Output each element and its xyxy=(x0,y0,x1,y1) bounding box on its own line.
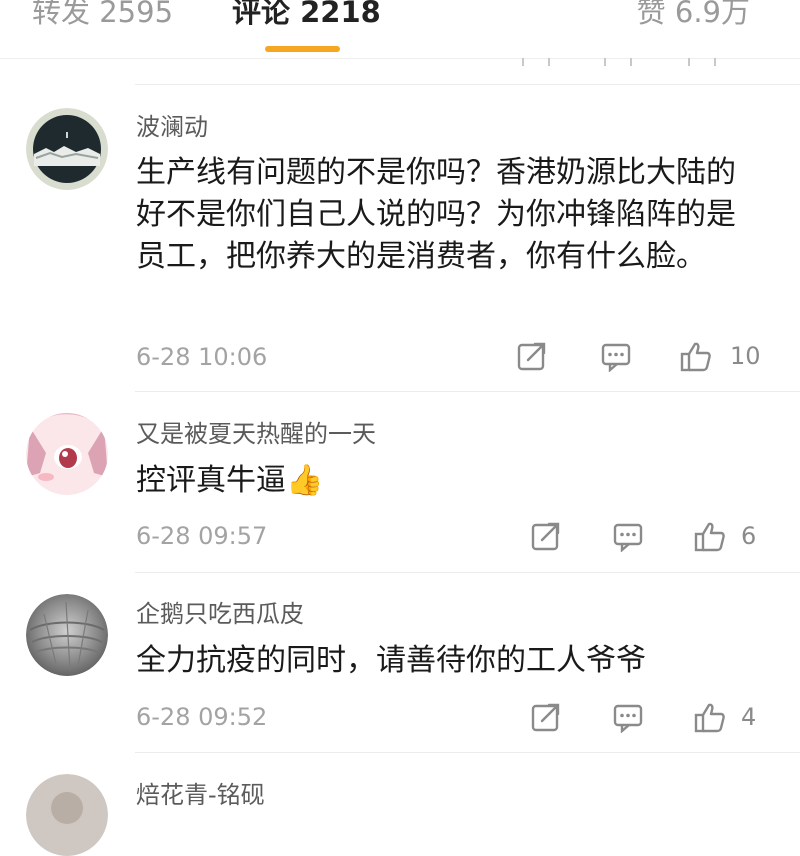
like-count: 6 xyxy=(741,522,757,550)
comment-icon[interactable] xyxy=(600,340,632,373)
tab-comments[interactable]: 评论 2218 xyxy=(232,0,381,34)
comment-tabs: 转发 2595 评论 2218 赞 6.9万 xyxy=(0,0,800,59)
comment-icon[interactable] xyxy=(612,520,644,553)
comment-actions: 4 xyxy=(0,701,800,735)
divider xyxy=(135,752,800,753)
username[interactable]: 波澜动 xyxy=(136,112,208,142)
username[interactable]: 企鹅只吃西瓜皮 xyxy=(136,599,304,629)
divider xyxy=(135,84,800,85)
comment-actions: 6 xyxy=(0,520,800,554)
share-icon[interactable] xyxy=(516,340,548,372)
active-tab-indicator xyxy=(265,46,340,52)
like-count: 10 xyxy=(730,342,761,370)
avatar[interactable] xyxy=(26,774,108,856)
comment-text: 全力抗疫的同时，请善待你的工人爷爷 xyxy=(136,643,646,678)
comment-actions: 10 xyxy=(0,340,800,374)
share-icon[interactable] xyxy=(530,701,562,733)
tab-reposts[interactable]: 转发 2595 xyxy=(32,0,173,34)
like-icon[interactable] xyxy=(694,701,726,733)
tab-likes[interactable]: 赞 6.9万 xyxy=(637,0,750,34)
username[interactable]: 又是被夏天热醒的一天 xyxy=(136,419,376,449)
share-icon xyxy=(522,58,550,66)
divider xyxy=(135,391,800,392)
comment-icon xyxy=(604,58,632,66)
share-icon[interactable] xyxy=(530,520,562,552)
comment-text: 控评真牛逼👍 xyxy=(136,463,324,498)
like-icon xyxy=(688,58,716,66)
comment-icon[interactable] xyxy=(612,701,644,734)
username[interactable]: 焙花青-铭砚 xyxy=(136,780,265,810)
divider xyxy=(135,572,800,573)
avatar[interactable] xyxy=(26,108,108,190)
like-icon[interactable] xyxy=(694,520,726,552)
avatar[interactable] xyxy=(26,413,108,495)
like-icon[interactable] xyxy=(680,340,712,372)
like-count: 4 xyxy=(741,703,757,731)
comment-text: 生产线有问题的不是你吗？香港奶源比大陆的好不是你们自己人说的吗？为你冲锋陷阵的是… xyxy=(136,155,736,274)
avatar[interactable] xyxy=(26,594,108,676)
